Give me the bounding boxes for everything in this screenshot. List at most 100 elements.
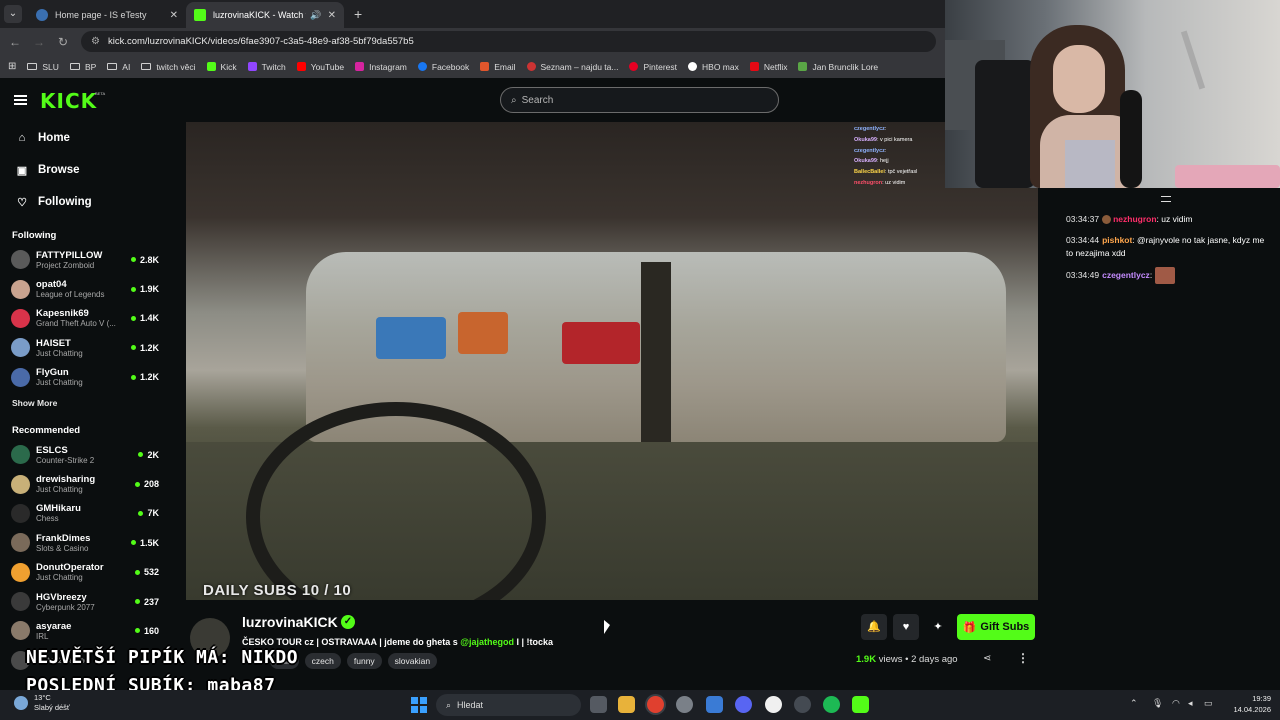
viewer-count-value: 1.4K (139, 313, 159, 324)
sidebar-channel[interactable]: drewisharing Just Chatting 208 (0, 469, 170, 498)
chrome-icon[interactable] (647, 696, 664, 713)
views-count: 1.9K (856, 654, 877, 665)
close-tab-icon[interactable]: ✕ (328, 10, 336, 21)
sidebar-channel[interactable]: HAISET Just Chatting 1.2K (0, 333, 170, 362)
file-explorer-icon[interactable] (618, 696, 635, 713)
nav-following[interactable]: ♡ Following (0, 186, 170, 218)
follow-heart-icon[interactable]: ♥ (893, 614, 919, 640)
bookmark-netflix[interactable]: Netflix (749, 62, 787, 72)
sidebar-channel[interactable]: FrankDimes Slots & Casino 1.5K (0, 528, 170, 557)
live-dot-icon (130, 315, 136, 321)
browser-tab-kick[interactable]: luzrovinaKICK - Watch the V 🔊 ✕ (186, 2, 344, 28)
sidebar-channel[interactable]: asyarae IRL 160 (0, 616, 170, 645)
channel-category: Just Chatting (36, 378, 83, 388)
taskbar-clock[interactable]: 19:39 14.04.2026 (1229, 693, 1271, 715)
sidebar-channel[interactable]: Kapesnik69 Grand Theft Auto V (... 1.4K (0, 304, 170, 333)
chat-timestamp: 03:34:37 (1066, 214, 1100, 224)
video-player[interactable]: czegentlycz: Okuka99: v pici kamera czegen… (186, 122, 1038, 600)
bookmark-twitch-veci[interactable]: twitch věci (141, 62, 196, 72)
chat-username[interactable]: czegentlycz (1102, 270, 1150, 280)
share-icon[interactable]: ⋖ (983, 653, 991, 664)
task-view-icon[interactable] (590, 696, 607, 713)
bookmark-instagram[interactable]: Instagram (355, 62, 407, 72)
bookmark-pinterest[interactable]: Pinterest (629, 62, 677, 72)
nav-home[interactable]: ⌂ Home (0, 122, 170, 154)
chat-username[interactable]: nezhugron (1113, 214, 1156, 224)
address-bar[interactable]: ⚙ kick.com/luzrovinaKICK/videos/6fae3907… (81, 31, 936, 52)
nav-browse[interactable]: ▣ Browse (0, 154, 170, 186)
stream-title-mention[interactable]: @jajathegod (460, 637, 514, 647)
bookmark-ai[interactable]: AI (107, 62, 130, 72)
notification-bell-icon[interactable]: 🔔 (861, 614, 887, 640)
tray-chevron-icon[interactable]: ⌃ (1130, 698, 1138, 709)
channel-name: opat04 (36, 279, 67, 291)
tag-czech[interactable]: czech (304, 653, 341, 669)
tag-slovakian[interactable]: slovakian (387, 653, 438, 669)
more-options-icon[interactable]: ⋮ (1017, 651, 1029, 665)
search-bar[interactable]: ⌕ (500, 87, 779, 113)
kick-app-icon[interactable] (852, 696, 869, 713)
viewer-count: 7K (138, 508, 159, 518)
show-more-button[interactable]: Show More (0, 398, 170, 408)
tag-funny[interactable]: funny (346, 653, 382, 669)
channel-name[interactable]: luzrovinaKICK (242, 614, 338, 630)
sidebar-channel[interactable]: opat04 League of Legends 1.9K (0, 274, 170, 303)
channel-avatar (11, 533, 30, 553)
chat-username[interactable]: pishkot (1102, 235, 1132, 245)
photos-icon[interactable] (706, 696, 723, 713)
discord-icon[interactable] (735, 696, 752, 713)
speaker-icon[interactable]: 🔊 (310, 10, 321, 21)
back-icon[interactable]: ← (3, 35, 27, 49)
sidebar-channel[interactable]: ESLCS Counter-Strike 2 2K (0, 440, 170, 469)
spotify-icon[interactable] (823, 696, 840, 713)
tab-search-button[interactable]: ⌄ (4, 5, 22, 23)
windows-start-icon[interactable] (411, 697, 427, 713)
sidebar-channel[interactable]: GMHikaru Chess 7K (0, 499, 170, 528)
bookmark-twitch[interactable]: Twitch (247, 62, 286, 72)
search-input[interactable] (521, 94, 742, 106)
sidebar-channel[interactable]: HGVbreezy Cyberpunk 2077 237 (0, 587, 170, 616)
itunes-icon[interactable] (765, 696, 782, 713)
verified-badge-icon: ✓ (341, 615, 355, 629)
chat-text: : uz vidim (1156, 214, 1193, 224)
settings-icon[interactable] (676, 696, 693, 713)
channel-category: Grand Theft Auto V (... (36, 319, 116, 329)
bookmark-seznam[interactable]: Seznam – najdu ta... (526, 62, 618, 72)
taskbar-search-label: Hledat (457, 700, 484, 710)
weather-widget[interactable]: 13°C Slabý déšť (14, 693, 70, 713)
sidebar-channel[interactable]: FlyGun Just Chatting 1.2K (0, 363, 170, 392)
site-info-icon[interactable]: ⚙ (91, 36, 100, 47)
weather-temp: 13°C (34, 693, 51, 702)
chat-emote-icon (1154, 267, 1175, 284)
volume-icon[interactable]: ◂ (1188, 698, 1193, 709)
wifi-icon[interactable]: ◠ (1172, 698, 1180, 709)
close-tab-icon[interactable]: ✕ (170, 10, 178, 21)
forward-icon[interactable]: → (27, 35, 51, 49)
webcam-streamer-face (1053, 45, 1105, 113)
bookmark-youtube[interactable]: YouTube (296, 62, 344, 72)
bookmark-kick[interactable]: Kick (206, 62, 237, 72)
sparkle-icon[interactable]: ✦ (925, 614, 951, 640)
reload-icon[interactable]: ↻ (51, 35, 75, 49)
browser-tab-etesty[interactable]: Home page - IS eTesty ✕ (28, 2, 186, 28)
gift-subs-button[interactable]: 🎁 Gift Subs (957, 614, 1035, 640)
kick-favicon-icon (194, 9, 206, 21)
overlay-chat-line: czegentlycz: (854, 124, 948, 135)
kick-logo[interactable]: KICK (40, 89, 97, 113)
sidebar-channel[interactable]: DonutOperator Just Chatting 532 (0, 558, 170, 587)
bookmark-facebook[interactable]: Facebook (417, 62, 469, 72)
bookmark-bp[interactable]: BP (69, 62, 96, 72)
taskbar-search[interactable]: ⌕ Hledat (436, 694, 581, 716)
battery-icon[interactable]: ▭ (1204, 698, 1213, 709)
bookmark-slu[interactable]: SLU (27, 62, 59, 72)
microphone-icon[interactable]: 🎙 (1152, 698, 1163, 709)
new-tab-button[interactable]: + (354, 6, 362, 22)
menu-icon[interactable] (14, 95, 27, 105)
obs-icon[interactable] (794, 696, 811, 713)
bookmark-email[interactable]: Email (480, 62, 516, 72)
bookmark-hbo[interactable]: HBO max (688, 62, 739, 72)
sidebar-channel[interactable]: FATTYPILLOW Project Zomboid 2.8K (0, 245, 170, 274)
apps-icon[interactable]: ⊞ (8, 61, 16, 72)
bookmark-jan-brunclik[interactable]: Jan Brunclik Lore (798, 62, 878, 72)
chat-collapse-icon[interactable] (1161, 196, 1171, 202)
